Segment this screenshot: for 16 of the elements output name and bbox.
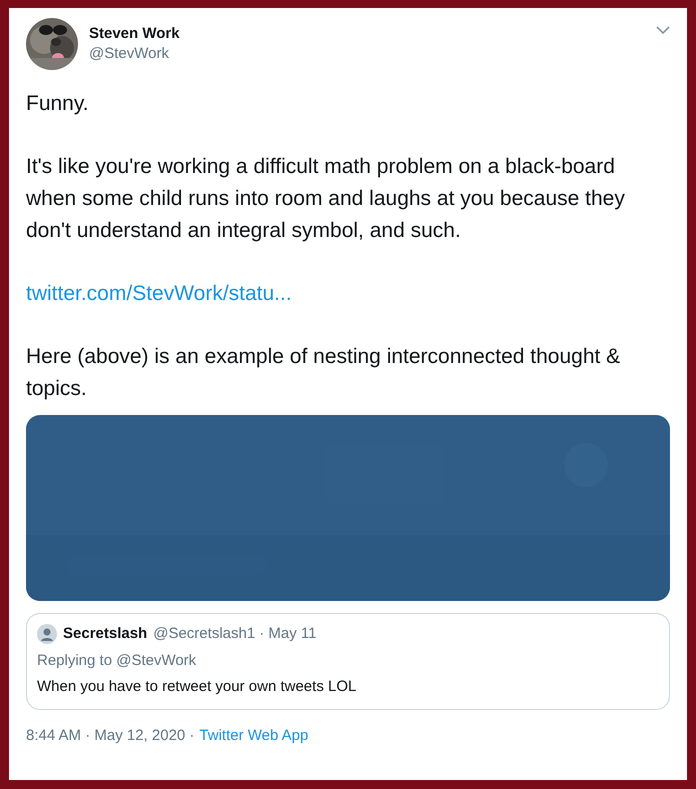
- tweet-text: Here (above) is an example of nesting interconnected thought & topics.: [26, 344, 622, 402]
- timestamp: 8:44 AM · May 12, 2020 ·: [26, 726, 194, 746]
- quoted-text: When you have to retweet your own tweets LOL: [37, 677, 358, 697]
- tweet-link[interactable]: twitter.com/StevWork/statu...: [26, 278, 292, 310]
- replying-to: Replying to @StevWork: [37, 651, 198, 671]
- quoted-date: · May 11: [259, 624, 316, 644]
- tweet-text: Funny.: [26, 91, 90, 117]
- source-link[interactable]: Twitter Web App: [199, 726, 308, 746]
- user-icon: [37, 624, 57, 644]
- quoted-author-name: Secretslash: [63, 624, 148, 644]
- tweet-text: It's like you're working a difficult math problem on a black-board when some child runs into room and laughs at you because they don't understand an integral symbol, and such.: [26, 154, 626, 244]
- quoted-author-handle: @Secretslash1: [153, 624, 256, 644]
- chevron-down-icon[interactable]: [656, 26, 670, 35]
- author-name[interactable]: Steven Work: [89, 24, 180, 44]
- author-handle[interactable]: @StevWork: [89, 44, 180, 64]
- quoted-tweet[interactable]: Secretslash @Secretslash1 · May 11 Replying to @StevWork When you have to retweet your own tweets LOL: [26, 613, 670, 710]
